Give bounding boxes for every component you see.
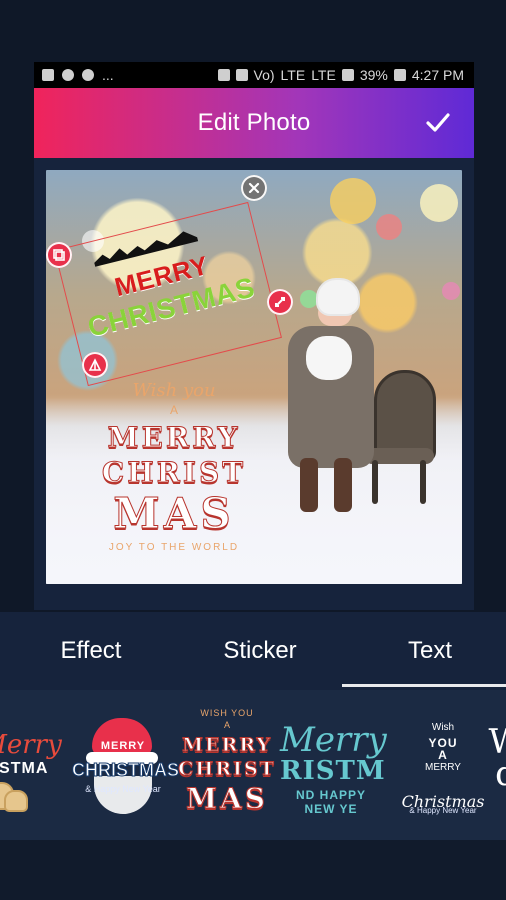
text-preset[interactable]: WISH YOU A MERRY CHRIST MAS bbox=[176, 708, 278, 818]
carrier-3: LTE bbox=[311, 67, 336, 83]
hat bbox=[316, 278, 360, 316]
sticker-resize-handle[interactable] bbox=[267, 289, 293, 315]
preset-2-line2: CHRISTMAS bbox=[72, 760, 180, 781]
bottom-tabs: Effect Sticker Text bbox=[0, 612, 506, 690]
image-icon bbox=[42, 69, 54, 81]
photo-text-line2: CHRIST bbox=[101, 456, 247, 490]
tab-text[interactable]: Text bbox=[360, 634, 500, 668]
page-title: Edit Photo bbox=[197, 109, 311, 136]
app-screen: ... Vo) LTE LTE 39% 4:27 PM Edit Photo W… bbox=[0, 0, 506, 900]
confirm-button[interactable] bbox=[416, 100, 460, 144]
photo-text-line1: MERRY bbox=[107, 421, 241, 455]
girl-figure bbox=[278, 278, 382, 514]
sticker-flip-button[interactable] bbox=[82, 352, 108, 378]
preset-5-line5: & Happy New Year bbox=[409, 806, 477, 815]
preset-3-line1: A bbox=[223, 720, 230, 730]
text-preset[interactable]: MERRY CHRISTMAS & Happy New Year bbox=[72, 708, 180, 818]
bottom-navigation-area bbox=[0, 840, 506, 900]
chair-leg bbox=[420, 460, 426, 504]
text-preset[interactable]: Merry RISTM ND HAPPY NEW YE bbox=[280, 708, 387, 818]
preset-3-line3: CHRIST bbox=[178, 758, 276, 781]
mute-icon bbox=[217, 69, 230, 81]
carrier-1: Vo) bbox=[253, 67, 275, 83]
preset-1-line1: Merry bbox=[0, 730, 62, 760]
photo-text: Wish you A MERRY CHRIST MAS JOY TO THE W… bbox=[94, 380, 254, 553]
status-left: ... bbox=[34, 67, 114, 83]
photo-canvas[interactable]: Wish you A MERRY CHRIST MAS JOY TO THE W… bbox=[46, 170, 462, 584]
preset-4-line1: Merry bbox=[280, 720, 387, 760]
signal-icon bbox=[341, 69, 354, 81]
preset-2-line1: MERRY bbox=[100, 740, 146, 752]
preset-3-line0: WISH YOU bbox=[200, 708, 254, 718]
battery-icon bbox=[393, 69, 406, 81]
tab-sticker[interactable]: Sticker bbox=[190, 634, 330, 668]
status-dots: ... bbox=[102, 67, 114, 83]
alarm-icon bbox=[235, 69, 248, 81]
photo-panel: Wish you A MERRY CHRIST MAS JOY TO THE W… bbox=[34, 158, 474, 610]
bokeh-light bbox=[420, 184, 458, 222]
text-preset[interactable]: Wish YOU A MERRY Christmas & Happy New Y… bbox=[392, 708, 494, 818]
photo-text-wish: Wish you bbox=[132, 380, 216, 401]
text-preset-strip[interactable]: Merry ISTMA MERRY CHRISTMAS & Happy New … bbox=[0, 690, 506, 840]
boot bbox=[300, 458, 318, 512]
phone-icon bbox=[62, 69, 74, 81]
cat bbox=[306, 336, 352, 380]
bokeh-light bbox=[442, 282, 460, 300]
close-icon bbox=[248, 182, 260, 194]
preset-6-line2: d bbox=[495, 754, 506, 794]
carrier-2: LTE bbox=[280, 67, 306, 83]
tab-indicator bbox=[342, 684, 506, 687]
bokeh-light bbox=[376, 214, 402, 240]
preset-3-line4: MAS bbox=[186, 782, 268, 816]
status-right: Vo) LTE LTE 39% 4:27 PM bbox=[217, 67, 474, 83]
header: Edit Photo bbox=[34, 88, 474, 158]
sticker-layer-button[interactable] bbox=[46, 242, 72, 268]
preset-2-line3: & Happy New Year bbox=[85, 784, 161, 794]
preset-4-line3: ND HAPPY NEW YE bbox=[295, 788, 366, 816]
photo-text-a: A bbox=[169, 403, 178, 417]
preset-3-line2: MERRY bbox=[181, 734, 273, 757]
bell-icon bbox=[4, 790, 28, 812]
photo-text-sub: JOY TO THE WORLD bbox=[108, 542, 240, 553]
text-preset[interactable]: Merry ISTMA bbox=[0, 708, 72, 818]
resize-icon bbox=[275, 297, 285, 307]
photo-text-line3: MAS bbox=[113, 489, 235, 539]
santa-beard-icon bbox=[94, 776, 152, 814]
tab-effect[interactable]: Effect bbox=[26, 634, 156, 668]
sticker-close-button[interactable] bbox=[241, 175, 267, 201]
preset-5-line2: A bbox=[438, 748, 448, 762]
preset-4-line2: RISTM bbox=[280, 756, 386, 786]
battery-percent: 39% bbox=[359, 67, 388, 83]
status-bar: ... Vo) LTE LTE 39% 4:27 PM bbox=[34, 62, 474, 88]
preset-5-line0: Wish bbox=[431, 722, 455, 733]
check-icon bbox=[426, 113, 450, 132]
text-preset[interactable]: W d bbox=[486, 708, 506, 818]
bokeh-light bbox=[330, 178, 376, 224]
layers-icon bbox=[53, 249, 65, 261]
preset-5-line3: MERRY bbox=[425, 762, 461, 773]
preset-1-line2: ISTMA bbox=[0, 760, 49, 777]
boot bbox=[334, 458, 352, 512]
flip-icon bbox=[88, 358, 102, 371]
shield-icon bbox=[82, 69, 94, 81]
time: 4:27 PM bbox=[411, 67, 464, 83]
